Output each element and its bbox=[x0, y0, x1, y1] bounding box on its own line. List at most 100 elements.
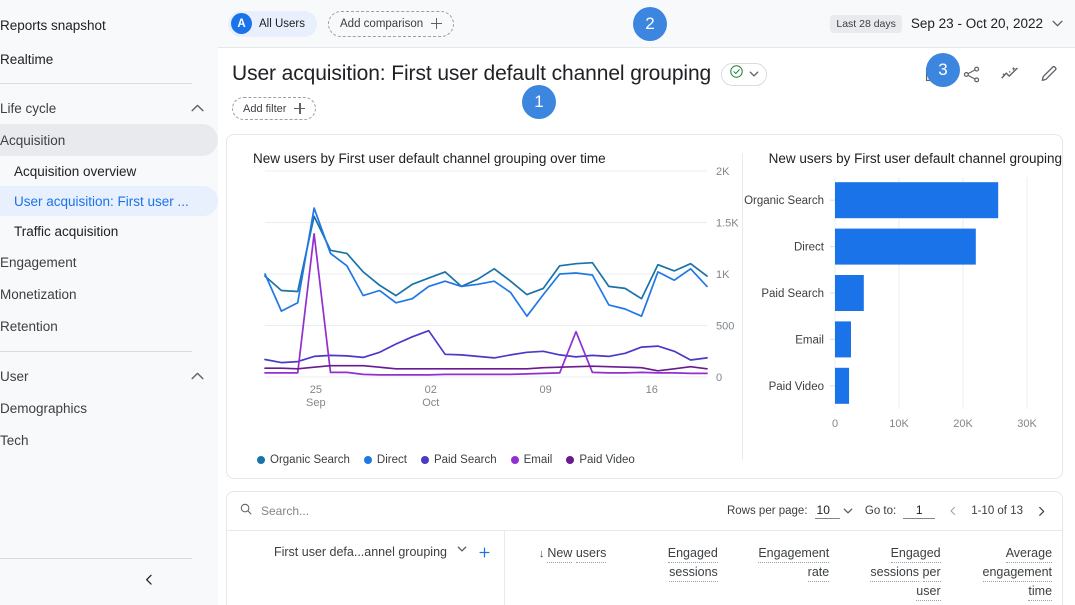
legend-label: Paid Search bbox=[433, 454, 497, 466]
rows-per-page-value: 10 bbox=[814, 503, 840, 519]
sidebar-item-label: Acquisition overview bbox=[14, 163, 137, 179]
rows-per-page-select[interactable]: Rows per page: 10 bbox=[727, 503, 853, 519]
metric-header-engaged-sessions[interactable]: Engaged sessions bbox=[616, 531, 727, 604]
next-page-button[interactable] bbox=[1035, 505, 1048, 518]
sidebar-item-traffic-acquisition[interactable]: Traffic acquisition bbox=[0, 216, 218, 246]
sidebar-item-retention[interactable]: Retention bbox=[0, 310, 218, 342]
x-axis-tick: 16 bbox=[646, 384, 658, 396]
chevron-down-icon bbox=[749, 70, 759, 79]
metric-header-label: Average engagement time bbox=[957, 544, 1053, 601]
add-filter-label: Add filter bbox=[243, 102, 287, 115]
sparkle-trend-icon[interactable] bbox=[1000, 64, 1020, 84]
legend-color-swatch bbox=[363, 456, 372, 464]
sidebar-item-label: Engagement bbox=[0, 254, 77, 270]
metric-header-engagement-rate[interactable]: Engagement rate bbox=[728, 531, 839, 604]
legend-color-swatch bbox=[510, 456, 519, 464]
x-axis-tick: 20K bbox=[953, 418, 973, 430]
sidebar-item-label: Monetization bbox=[0, 286, 77, 302]
line-chart-legend: Organic Search Direct Paid Search Email Paid… bbox=[257, 454, 635, 466]
sidebar-top-nav: Reports snapshot Realtime bbox=[0, 0, 218, 74]
metric-header-label: Engaged sessions per user bbox=[845, 544, 941, 601]
bar-direct[interactable] bbox=[834, 228, 976, 265]
sidebar-item-demographics[interactable]: Demographics bbox=[0, 392, 218, 424]
sidebar: Reports snapshot Realtime Life cycle Acqui… bbox=[0, 0, 218, 605]
sidebar-item-acquisition[interactable]: Acquisition bbox=[0, 124, 218, 156]
add-comparison-button[interactable]: Add comparison bbox=[328, 10, 455, 37]
metric-header-new-users[interactable]: ↓ New users bbox=[505, 531, 616, 604]
step-badge-2: 2 bbox=[633, 7, 667, 41]
legend-label: Paid Video bbox=[579, 454, 635, 466]
legend-item-email[interactable]: Email bbox=[510, 454, 553, 466]
metric-column-headers: ↓ New users Engaged sessions Engagement rat… bbox=[505, 531, 1062, 604]
report-body: New users by First user default channel … bbox=[218, 120, 1075, 605]
sidebar-item-engagement[interactable]: Engagement bbox=[0, 246, 218, 278]
chevron-left-icon bbox=[142, 573, 156, 592]
sidebar-item-label: Retention bbox=[0, 318, 58, 334]
chevron-up-icon bbox=[191, 372, 204, 380]
table-header-row: First user defa...annel grouping ↓ New us… bbox=[227, 530, 1062, 604]
date-preset-badge: Last 28 days bbox=[830, 14, 902, 33]
sidebar-section-user[interactable]: User bbox=[0, 360, 218, 392]
sidebar-sections: Life cycle Acquisition Acquisition overvie… bbox=[0, 83, 218, 456]
line-series-direct bbox=[264, 207, 708, 318]
divider bbox=[0, 83, 192, 84]
sidebar-item-label: Traffic acquisition bbox=[14, 223, 119, 239]
plus-icon[interactable] bbox=[477, 545, 492, 561]
dimension-column-header[interactable]: First user defa...annel grouping bbox=[227, 531, 505, 604]
edit-pencil-icon[interactable] bbox=[1039, 64, 1059, 84]
data-quality-button[interactable] bbox=[721, 62, 768, 86]
dimension-name: First user defa...annel grouping bbox=[273, 545, 447, 559]
metric-header-engaged-sessions-per-user[interactable]: Engaged sessions per user bbox=[839, 531, 950, 604]
legend-label: Organic Search bbox=[270, 454, 350, 466]
legend-item-direct[interactable]: Direct bbox=[363, 454, 407, 466]
search-input[interactable]: Search... bbox=[239, 502, 309, 521]
audience-chip-all-users[interactable]: A All Users bbox=[228, 10, 318, 37]
prev-page-button[interactable] bbox=[947, 505, 959, 517]
sidebar-item-label: Reports snapshot bbox=[0, 17, 106, 33]
sidebar-collapse-button[interactable] bbox=[0, 559, 218, 605]
metric-header-average-engagement-time[interactable]: Average engagement time bbox=[951, 531, 1062, 604]
y-axis-tick: 2K bbox=[716, 166, 730, 178]
date-range-selector[interactable]: Last 28 days Sep 23 - Oct 20, 2022 bbox=[830, 14, 1063, 33]
sidebar-item-reports-snapshot[interactable]: Reports snapshot bbox=[0, 10, 218, 40]
bar-chart-panel: New users by First user default channel … bbox=[743, 135, 1062, 478]
legend-item-organic-search[interactable]: Organic Search bbox=[257, 454, 350, 466]
bar-category-label: Organic Search bbox=[744, 195, 824, 207]
sidebar-section-life-cycle[interactable]: Life cycle bbox=[0, 92, 218, 124]
sidebar-item-user-acquisition-first-user[interactable]: User acquisition: First user ... bbox=[0, 186, 218, 216]
search-icon bbox=[239, 502, 253, 521]
table-toolbar: Search... Rows per page: 10 Go to: 1 1-1… bbox=[227, 492, 1062, 530]
check-circle-icon bbox=[729, 64, 744, 84]
add-filter-button[interactable]: Add filter bbox=[232, 97, 317, 120]
sidebar-item-tech[interactable]: Tech bbox=[0, 424, 218, 456]
bar-category-label: Email bbox=[795, 334, 824, 346]
add-comparison-label: Add comparison bbox=[340, 17, 424, 30]
sidebar-section-label: User bbox=[0, 368, 29, 384]
bar-email[interactable] bbox=[834, 321, 851, 358]
legend-color-swatch bbox=[257, 456, 265, 464]
line-series-organic-search bbox=[264, 215, 708, 300]
goto-value: 1 bbox=[903, 503, 936, 519]
legend-item-paid-search[interactable]: Paid Search bbox=[420, 454, 497, 466]
date-range-label: Sep 23 - Oct 20, 2022 bbox=[910, 16, 1043, 31]
bar-chart[interactable]: 0 10K 20K 30K Organic Search Direct Paid Searc… bbox=[743, 163, 1043, 453]
chevron-down-icon[interactable] bbox=[457, 545, 467, 554]
sidebar-item-acquisition-overview[interactable]: Acquisition overview bbox=[0, 156, 218, 186]
legend-label: Email bbox=[523, 454, 553, 466]
plus-icon bbox=[431, 18, 443, 29]
sidebar-item-realtime[interactable]: Realtime bbox=[0, 44, 218, 74]
goto-page-input[interactable]: Go to: 1 bbox=[865, 503, 936, 519]
legend-item-paid-video[interactable]: Paid Video bbox=[566, 454, 635, 466]
bar-paid-search[interactable] bbox=[834, 275, 864, 311]
sidebar-item-label: Tech bbox=[0, 432, 29, 448]
line-chart[interactable]: 0 500 1K 1.5K 2K 25Sep 02Oct 09 16 bbox=[227, 163, 755, 421]
sidebar-footer bbox=[0, 558, 218, 605]
bar-organic-search[interactable] bbox=[834, 182, 998, 219]
sidebar-item-monetization[interactable]: Monetization bbox=[0, 278, 218, 310]
sidebar-section-label: Life cycle bbox=[0, 100, 57, 116]
bar-paid-video[interactable] bbox=[834, 367, 849, 404]
x-axis-tick: 09 bbox=[540, 384, 552, 396]
share-icon[interactable] bbox=[962, 65, 981, 84]
rows-per-page-label: Rows per page: bbox=[726, 505, 808, 517]
main-content: A All Users Add comparison Last 28 days … bbox=[218, 0, 1075, 605]
